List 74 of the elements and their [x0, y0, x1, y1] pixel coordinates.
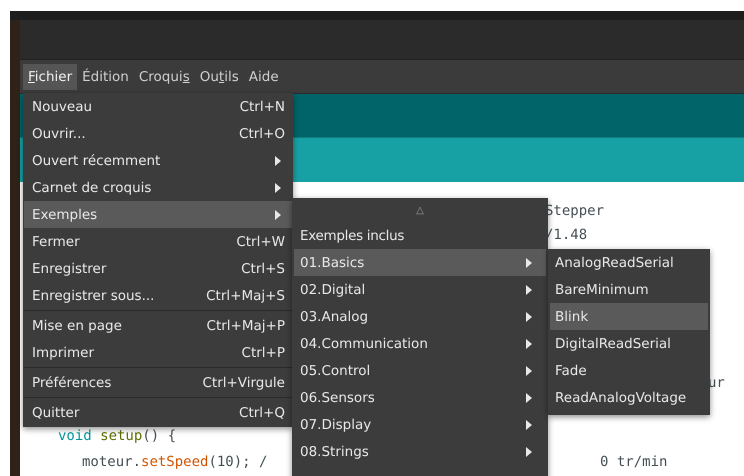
shortcut-label: Ctrl+W: [236, 234, 285, 250]
menu-item[interactable]: DigitalReadSerial: [550, 330, 708, 357]
menu-item[interactable]: Préférences Ctrl+Virgule: [24, 369, 293, 396]
menu-item-label: Ouvert récemment: [32, 152, 162, 168]
menu-item[interactable]: Quitter Ctrl+Q: [24, 399, 293, 426]
menu-item[interactable]: 01.Basics: [294, 249, 546, 276]
menu-item[interactable]: Enregistrer sous... Ctrl+Maj+S: [24, 282, 293, 309]
menu-item[interactable]: Fade: [550, 357, 708, 384]
menu-item-label: Préférences: [32, 374, 112, 390]
menu-item[interactable]: Blink: [550, 303, 708, 330]
menu-item[interactable]: Carnet de croquis: [24, 174, 293, 201]
submenu-arrow-icon: [526, 446, 532, 456]
menu-item-label: Exemples: [32, 206, 98, 222]
menu-bar-item[interactable]: Édition: [77, 64, 134, 90]
code-line: moteur.setSpeed(10); /: [82, 453, 268, 471]
submenu-arrow-icon: [526, 366, 532, 376]
shortcut-label: Ctrl+S: [241, 260, 285, 276]
menu-item[interactable]: Fermer Ctrl+W: [24, 228, 293, 255]
menu-item[interactable]: 03.Analog: [294, 303, 546, 330]
code-line: 0 tr/min: [600, 453, 668, 471]
menu-item[interactable]: 02.Digital: [294, 276, 546, 303]
shortcut-label: Ctrl+Virgule: [202, 374, 285, 390]
menu-item-label: 04.Communication: [300, 336, 429, 352]
menu-item[interactable]: ReadAnalogVoltage: [550, 384, 708, 411]
menu-item[interactable]: BareMinimum: [550, 276, 708, 303]
shortcut-label: Ctrl+P: [242, 344, 285, 360]
shortcut-label: Ctrl+N: [240, 98, 285, 114]
menu-item-label: Enregistrer sous...: [32, 288, 156, 304]
menu-bar-item[interactable]: Aide: [244, 64, 284, 90]
submenu-arrow-icon: [526, 420, 532, 430]
code-line: void setup() {: [58, 427, 176, 445]
menu-bar-item[interactable]: Croquis: [134, 64, 195, 90]
menu-item-label: Enregistrer: [32, 260, 108, 276]
menu-item-label: 01.Basics: [300, 254, 366, 270]
menu-item-label: 08.Strings: [300, 444, 370, 460]
menu-item[interactable]: Nouveau Ctrl+N: [24, 93, 293, 120]
menu-bar-item[interactable]: Outils: [194, 64, 244, 90]
menu-item[interactable]: 07.Display: [294, 411, 546, 438]
menu-item[interactable]: Ouvrir... Ctrl+O: [24, 120, 293, 147]
submenu-arrow-icon: [526, 392, 532, 402]
menu-item[interactable]: 08.Strings: [294, 438, 546, 465]
menu-item-label: Nouveau: [32, 98, 94, 114]
menu-item[interactable]: Mise en page Ctrl+Maj+P: [24, 312, 293, 339]
menu-item-label: 07.Display: [300, 416, 372, 432]
menu-item[interactable]: 05.Control: [294, 357, 546, 384]
menu-item-label: 05.Control: [300, 362, 372, 378]
menu-item-label: 02.Digital: [300, 282, 366, 298]
shortcut-label: Ctrl+O: [239, 126, 285, 142]
menu-item-label: Imprimer: [32, 344, 96, 360]
scroll-up-indicator[interactable]: △: [294, 198, 546, 223]
menu-item-label: 06.Sensors: [300, 390, 376, 406]
menu-item[interactable]: Ouvert récemment: [24, 147, 293, 174]
menu-item[interactable]: AnalogReadSerial: [550, 249, 708, 276]
menu-item-label: Carnet de croquis: [32, 180, 152, 196]
menu-item-label: 03.Analog: [300, 308, 370, 324]
submenu-arrow-icon: [526, 258, 532, 268]
submenu-arrow-icon: [526, 338, 532, 348]
code-line: /1.48: [545, 226, 588, 244]
submenu-arrow-icon: [526, 312, 532, 322]
shortcut-label: Ctrl+Maj+S: [206, 288, 285, 304]
submenu-arrow-icon: [526, 284, 532, 294]
menu-item-label: Ouvrir...: [32, 126, 87, 142]
menu-item-label: Mise en page: [32, 318, 123, 334]
menu-item[interactable]: Imprimer Ctrl+P: [24, 339, 293, 366]
menu-bar-item[interactable]: Fichier: [23, 64, 78, 90]
menu-section-header: Exemples inclus: [299, 227, 406, 246]
menu-item-label: Quitter: [32, 404, 80, 420]
menu-item[interactable]: Exemples: [24, 201, 293, 228]
menu-item[interactable]: 04.Communication: [294, 330, 546, 357]
menu-item[interactable]: 06.Sensors: [294, 384, 546, 411]
menu-item[interactable]: Enregistrer Ctrl+S: [24, 255, 293, 282]
menu-item-label: Fermer: [32, 234, 81, 250]
shortcut-label: Ctrl+Maj+P: [206, 318, 285, 334]
shortcut-label: Ctrl+Q: [239, 404, 285, 420]
